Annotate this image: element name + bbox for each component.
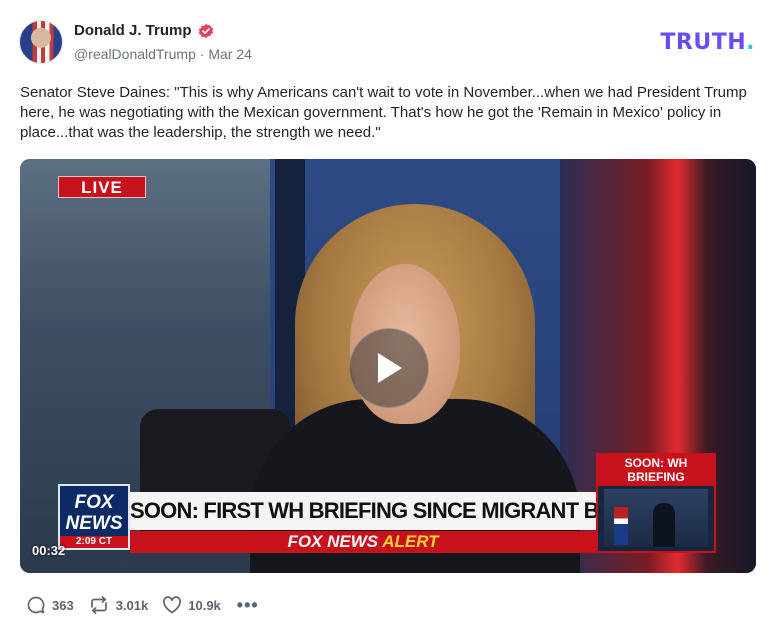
broadcast-time: 2:09 CT bbox=[60, 536, 128, 548]
author-handle[interactable]: @realDonaldTrump bbox=[74, 46, 196, 62]
flag-icon bbox=[614, 507, 628, 545]
heart-icon bbox=[163, 596, 182, 614]
post-text: Senator Steve Daines: "This is why Ameri… bbox=[20, 84, 747, 141]
fox-news-logo: FOX NEWS 2:09 CT bbox=[58, 484, 130, 550]
meta-separator: · bbox=[199, 46, 205, 62]
video-player[interactable]: LIVE SOON: WH BRIEFING FOX NEWS 2:09 CT … bbox=[20, 159, 756, 573]
logo-line-2: NEWS bbox=[65, 513, 123, 534]
more-options-button[interactable]: ••• bbox=[237, 596, 259, 614]
reply-count: 363 bbox=[52, 597, 74, 613]
reply-icon bbox=[27, 596, 45, 614]
reply-button[interactable]: 363 bbox=[26, 595, 74, 615]
live-badge: LIVE bbox=[58, 176, 146, 198]
truth-logo[interactable]: TRUTH. bbox=[660, 30, 755, 55]
retruth-button[interactable]: 3.01k bbox=[88, 595, 149, 615]
truth-post: Donald J. Trump @realDonaldTrump · Mar 2… bbox=[0, 0, 777, 635]
brand-dot: . bbox=[746, 30, 755, 55]
play-icon bbox=[378, 353, 402, 383]
verified-badge-icon bbox=[198, 23, 213, 38]
alert-network: FOX NEWS bbox=[287, 532, 379, 551]
logo-line-1: FOX bbox=[74, 492, 114, 513]
retruth-count: 3.01k bbox=[115, 597, 149, 613]
inset-speaker bbox=[653, 503, 675, 547]
author-meta: @realDonaldTrump · Mar 24 bbox=[74, 46, 252, 62]
alert-word: ALERT bbox=[382, 532, 439, 551]
brand-text: TRUTH bbox=[660, 30, 747, 55]
chyron-headline: SOON: FIRST WH BRIEFING SINCE MIGRANT BO… bbox=[130, 492, 596, 530]
retruth-icon bbox=[90, 596, 107, 614]
inset-title: SOON: WH BRIEFING bbox=[598, 455, 714, 486]
post-date[interactable]: Mar 24 bbox=[208, 46, 252, 62]
like-count: 10.9k bbox=[188, 597, 221, 613]
inset-briefing-box: SOON: WH BRIEFING bbox=[596, 453, 716, 553]
post-actions: 363 3.01k 10.9k ••• bbox=[26, 595, 259, 615]
author-name-row: Donald J. Trump bbox=[74, 22, 214, 39]
like-button[interactable]: 10.9k bbox=[162, 596, 221, 614]
author-avatar[interactable] bbox=[19, 20, 63, 64]
video-duration: 00:32 bbox=[32, 543, 66, 558]
chyron-alert: FOX NEWS ALERT bbox=[130, 531, 596, 553]
author-name[interactable]: Donald J. Trump bbox=[74, 22, 192, 39]
play-button[interactable] bbox=[349, 328, 429, 408]
